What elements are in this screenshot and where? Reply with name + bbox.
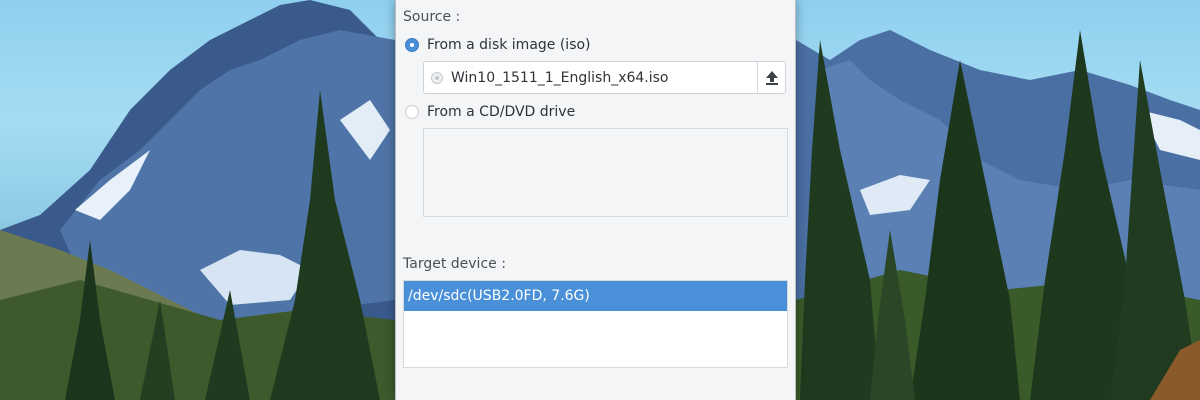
upload-button[interactable] (757, 62, 785, 93)
iso-file-name: Win10_1511_1_English_x64.iso (451, 69, 669, 86)
usb-writer-dialog: Source : From a disk image (iso) Win10_1… (395, 0, 796, 400)
upload-icon (765, 70, 778, 85)
radio-unchecked-icon[interactable] (405, 105, 419, 119)
radio-from-cd-dvd[interactable]: From a CD/DVD drive (405, 104, 575, 120)
desktop-wallpaper: Source : From a disk image (iso) Win10_1… (0, 0, 1200, 400)
device-list-item-selected[interactable]: /dev/sdc(USB2.0FD, 7.6G) (404, 281, 787, 311)
target-device-list[interactable]: /dev/sdc(USB2.0FD, 7.6G) (403, 280, 788, 368)
source-label: Source : (403, 9, 461, 25)
radio-checked-icon[interactable] (405, 38, 419, 52)
disc-icon (431, 71, 443, 84)
iso-file-field[interactable]: Win10_1511_1_English_x64.iso (423, 61, 786, 94)
cd-dvd-drive-list[interactable] (423, 128, 788, 217)
radio-from-disk-image[interactable]: From a disk image (iso) (405, 37, 591, 53)
target-device-label: Target device : (403, 256, 506, 272)
radio-from-disk-image-label: From a disk image (iso) (427, 37, 591, 53)
radio-from-cd-dvd-label: From a CD/DVD drive (427, 104, 576, 120)
